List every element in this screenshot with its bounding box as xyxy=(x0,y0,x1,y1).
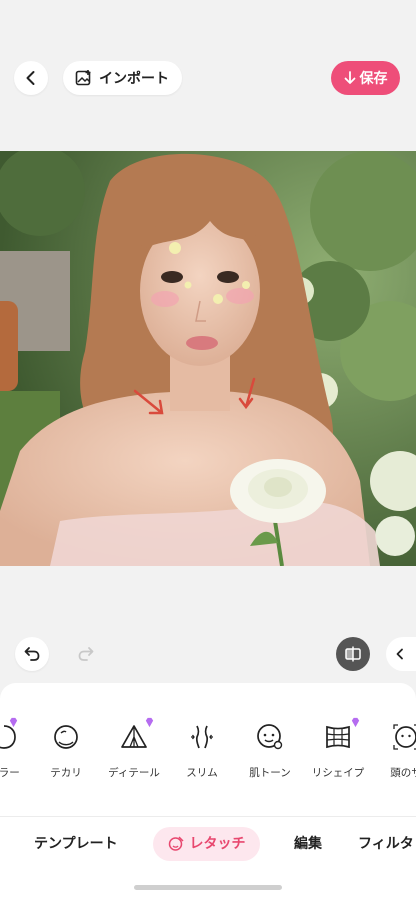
portrait-photo xyxy=(0,151,416,566)
download-arrow-icon xyxy=(344,71,355,84)
undo-button[interactable] xyxy=(15,637,49,671)
tool-label: 頭のサ xyxy=(390,767,416,779)
save-button[interactable]: 保存 xyxy=(331,61,400,95)
back-button[interactable] xyxy=(14,61,48,95)
import-label: インポート xyxy=(99,71,169,87)
face-tone-icon xyxy=(257,724,283,750)
tab-retouch-label: レタッチ xyxy=(189,836,246,852)
premium-gem-icon xyxy=(351,717,360,728)
grid-reshape-icon xyxy=(326,725,350,749)
compare-icon xyxy=(345,646,361,662)
redo-button[interactable] xyxy=(69,637,103,671)
tool-item[interactable]: 頭のサ xyxy=(368,711,416,783)
tab-edit[interactable]: 編集 xyxy=(294,827,322,861)
image-import-icon xyxy=(75,70,91,86)
chevron-left-icon xyxy=(396,648,403,660)
head-size-icon xyxy=(393,724,416,750)
tab-filter[interactable]: フィルタ xyxy=(358,827,414,861)
premium-gem-icon xyxy=(145,717,154,728)
tab-retouch[interactable]: レタッチ xyxy=(153,827,260,861)
save-label: 保存 xyxy=(359,71,388,87)
home-indicator xyxy=(134,885,282,890)
face-icon xyxy=(54,725,78,749)
undo-icon xyxy=(24,647,40,661)
compare-button[interactable] xyxy=(336,637,370,671)
premium-gem-icon xyxy=(9,717,18,728)
bottom-tab-bar: テンプレート レタッチ 編集 フィルタ xyxy=(0,816,416,871)
redo-icon xyxy=(78,647,94,661)
collapse-panel-button[interactable] xyxy=(386,637,416,671)
import-button[interactable]: インポート xyxy=(63,61,182,95)
body-slim-icon xyxy=(191,725,213,749)
tab-template[interactable]: テンプレート xyxy=(34,827,118,861)
retouch-face-icon xyxy=(168,836,184,851)
chevron-left-icon xyxy=(26,71,35,85)
photo-canvas[interactable] xyxy=(0,151,416,566)
